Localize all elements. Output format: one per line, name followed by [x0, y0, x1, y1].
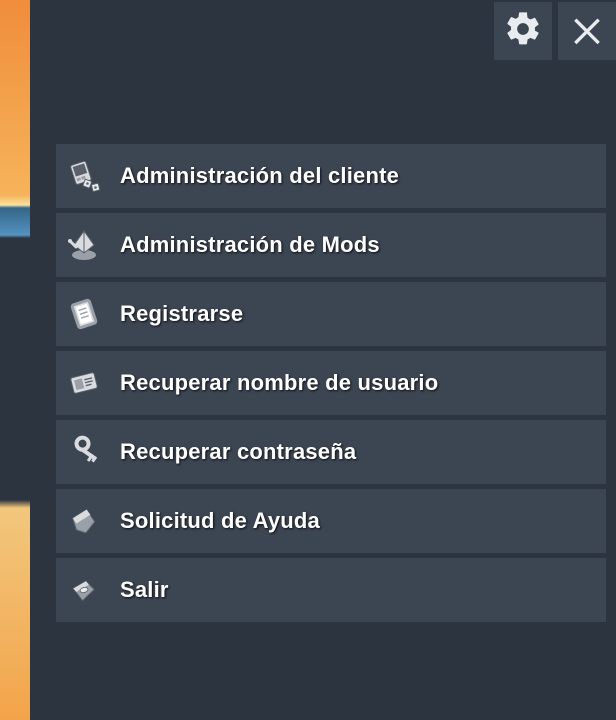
background-gradient	[0, 0, 30, 720]
menu-item-recover-username[interactable]: Recuperar nombre de usuario	[56, 351, 606, 415]
main-panel: Administración del cliente Administració…	[30, 0, 616, 720]
recover-username-icon	[62, 361, 106, 405]
menu-item-label: Solicitud de Ayuda	[120, 508, 320, 534]
gear-icon	[503, 9, 543, 54]
menu-item-label: Registrarse	[120, 301, 243, 327]
menu-item-help-request[interactable]: Solicitud de Ayuda	[56, 489, 606, 553]
menu-item-label: Salir	[120, 577, 169, 603]
menu-item-register[interactable]: Registrarse	[56, 282, 606, 346]
menu-item-label: Recuperar nombre de usuario	[120, 370, 438, 396]
close-icon	[567, 9, 607, 54]
register-icon	[62, 292, 106, 336]
menu-item-exit[interactable]: Salir	[56, 558, 606, 622]
menu-item-label: Administración del cliente	[120, 163, 399, 189]
exit-icon	[62, 568, 106, 612]
settings-button[interactable]	[494, 2, 552, 60]
help-request-icon	[62, 499, 106, 543]
recover-password-icon	[62, 430, 106, 474]
client-admin-icon	[62, 154, 106, 198]
menu-item-client-admin[interactable]: Administración del cliente	[56, 144, 606, 208]
close-button[interactable]	[558, 2, 616, 60]
menu-list: Administración del cliente Administració…	[56, 144, 606, 622]
menu-item-label: Administración de Mods	[120, 232, 380, 258]
menu-item-recover-password[interactable]: Recuperar contraseña	[56, 420, 606, 484]
mods-admin-icon	[62, 223, 106, 267]
menu-item-label: Recuperar contraseña	[120, 439, 356, 465]
menu-item-mods-admin[interactable]: Administración de Mods	[56, 213, 606, 277]
top-bar	[30, 0, 616, 60]
